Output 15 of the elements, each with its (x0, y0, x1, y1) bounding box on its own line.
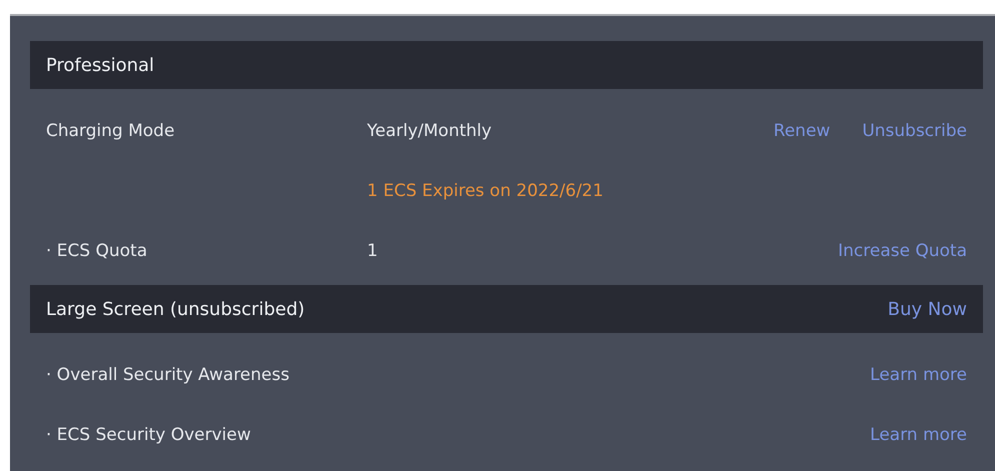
buy-now-link[interactable]: Buy Now (888, 298, 967, 320)
row-label: Charging Mode (46, 121, 176, 141)
section-title: Large Screen (unsubscribed) (46, 298, 305, 320)
row-value: Yearly/Monthly (367, 121, 493, 141)
row-label: · Overall Security Awareness (46, 365, 290, 385)
action-link[interactable]: Increase Quota (838, 241, 967, 261)
action-link[interactable]: Learn more (870, 365, 967, 385)
section-title: Professional (46, 54, 154, 76)
row-label: · ECS Quota (46, 241, 148, 261)
row-label: · ECS Security Overview (46, 425, 252, 445)
action-link[interactable]: Learn more (870, 425, 967, 445)
row-value: 1 (367, 241, 379, 261)
action-link[interactable]: Renew (774, 121, 830, 141)
expiry-notice: 1 ECS Expires on 2022/6/21 (367, 181, 604, 201)
action-link[interactable]: Unsubscribe (862, 121, 967, 141)
